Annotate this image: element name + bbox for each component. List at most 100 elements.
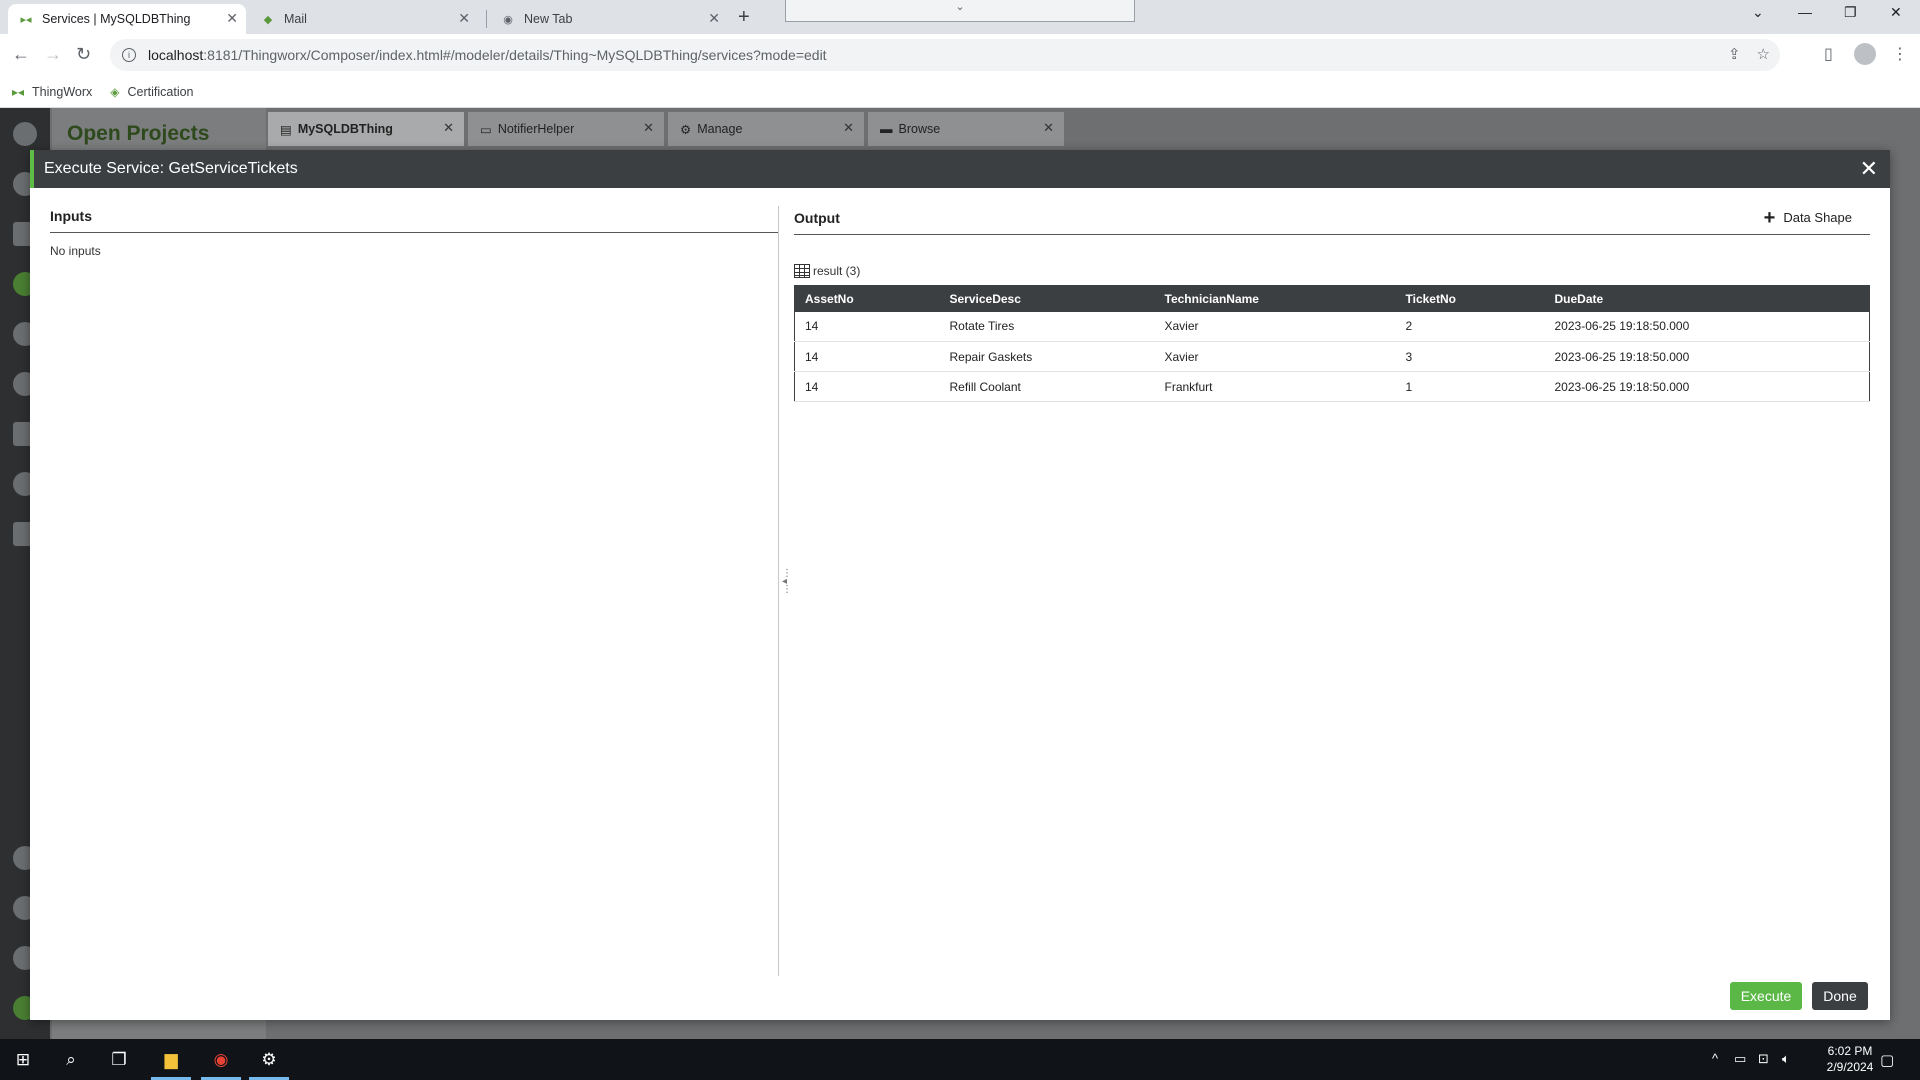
- notification-icon[interactable]: ▢: [1880, 1051, 1894, 1069]
- task-view-icon[interactable]: ❐: [106, 1047, 132, 1073]
- browser-tab-mail[interactable]: ◆ Mail ✕: [250, 4, 478, 34]
- clock-time: 6:02 PM: [1827, 1044, 1873, 1058]
- thing-icon: ▭: [480, 122, 492, 137]
- side-panel-icon[interactable]: ▯: [1824, 44, 1833, 64]
- file-explorer-icon[interactable]: ▆: [158, 1047, 184, 1073]
- result-count: result (3): [813, 264, 861, 278]
- network-icon[interactable]: ▭: [1734, 1051, 1746, 1067]
- column-header-assetno[interactable]: AssetNo: [794, 285, 940, 312]
- result-label: result (3): [794, 264, 860, 278]
- new-tab-button[interactable]: +: [738, 6, 750, 29]
- composer-tab-label: Browse: [898, 122, 941, 136]
- result-table: AssetNo ServiceDesc TechnicianName Ticke…: [794, 285, 1870, 402]
- close-tab-icon[interactable]: ✕: [708, 10, 720, 27]
- dialog-header: Execute Service: GetServiceTickets ✕: [30, 150, 1890, 188]
- close-tab-icon[interactable]: ✕: [226, 10, 238, 27]
- url-host: localhost: [148, 47, 204, 63]
- thingworx-logo-icon: ▸◂: [12, 84, 25, 99]
- pane-splitter[interactable]: [778, 206, 779, 976]
- folder-icon: ▬: [880, 122, 893, 136]
- plus-icon: +: [1763, 206, 1776, 229]
- add-data-shape-button[interactable]: + Data Shape: [1763, 206, 1852, 229]
- tab-search-dropdown[interactable]: ⌄: [785, 0, 1135, 22]
- cell-ticketno: 1: [1395, 371, 1545, 402]
- browser-tabstrip: ▸◂ Services | MySQLDBThing ✕ ◆ Mail ✕ ◉ …: [0, 0, 1920, 34]
- browser-tab-title: Mail: [284, 12, 307, 26]
- close-icon[interactable]: ✕: [1860, 156, 1878, 182]
- execute-button[interactable]: Execute: [1730, 982, 1802, 1010]
- output-divider: [794, 234, 1870, 235]
- table-row[interactable]: 14 Repair Gaskets Xavier 3 2023-06-25 19…: [794, 341, 1870, 372]
- browser-tab-title: New Tab: [524, 12, 573, 26]
- column-header-servicedesc[interactable]: ServiceDesc: [939, 285, 1155, 312]
- forward-arrow-icon[interactable]: →: [44, 44, 62, 65]
- cell-servicedesc: Repair Gaskets: [939, 341, 1155, 372]
- cell-technicianname: Frankfurt: [1154, 371, 1396, 402]
- chrome-icon[interactable]: ◉: [208, 1047, 234, 1073]
- column-header-technicianname[interactable]: TechnicianName: [1154, 285, 1396, 312]
- open-projects-title: Open Projects: [67, 122, 210, 145]
- profile-avatar[interactable]: [1854, 43, 1876, 70]
- minimize-icon[interactable]: —: [1798, 4, 1812, 20]
- reload-icon[interactable]: ↻: [76, 44, 91, 65]
- address-bar[interactable]: i localhost:8181/Thingworx/Composer/inde…: [110, 39, 1780, 71]
- table-row[interactable]: 14 Rotate Tires Xavier 2 2023-06-25 19:1…: [794, 311, 1870, 342]
- window-close-icon[interactable]: ✕: [1890, 4, 1902, 21]
- browser-tab-services[interactable]: ▸◂ Services | MySQLDBThing ✕: [8, 4, 246, 34]
- cell-duedate: 2023-06-25 19:18:50.000: [1544, 311, 1870, 342]
- inputs-divider: [50, 232, 778, 233]
- certification-icon: ◈: [110, 84, 120, 99]
- tab-list-chevron-icon[interactable]: ⌄: [1752, 4, 1764, 21]
- composer-tab-manage: ⚙ Manage ✕: [668, 112, 864, 146]
- cell-ticketno: 2: [1395, 311, 1545, 342]
- bookmark-certification[interactable]: ◈ Certification: [110, 85, 193, 99]
- settings-gear-icon[interactable]: ⚙: [256, 1047, 282, 1073]
- cell-technicianname: Xavier: [1154, 341, 1396, 372]
- close-icon: ✕: [1043, 120, 1054, 135]
- windows-start-icon[interactable]: ⊞: [10, 1047, 36, 1073]
- composer-tab-label: MySQLDBThing: [297, 122, 393, 136]
- cell-ticketno: 3: [1395, 341, 1545, 372]
- gear-icon: ⚙: [680, 122, 692, 137]
- splitter-handle-icon[interactable]: ⋮ ◂ ⋮: [782, 569, 792, 595]
- bookmark-thingworx[interactable]: ▸◂ ThingWorx: [12, 85, 92, 99]
- back-arrow-icon[interactable]: ←: [12, 44, 30, 65]
- database-icon: ▤: [280, 122, 292, 137]
- output-heading: Output: [794, 210, 840, 226]
- bookmark-star-icon[interactable]: ☆: [1757, 45, 1770, 63]
- composer-tabs: ▤ MySQLDBThing ✕ ▭ NotifierHelper ✕ ⚙ Ma…: [268, 112, 1064, 146]
- bookmarks-bar: ▸◂ ThingWorx ◈ Certification: [0, 76, 1920, 108]
- table-header-row: AssetNo ServiceDesc TechnicianName Ticke…: [794, 285, 1870, 312]
- security-icon[interactable]: ⊡: [1758, 1051, 1769, 1067]
- close-icon: ✕: [843, 120, 854, 135]
- browser-menu-icon[interactable]: ⋮: [1892, 44, 1908, 64]
- composer-tab-browse: ▬ Browse ✕: [868, 112, 1064, 146]
- output-pane: Output + Data Shape result (3) AssetNo S…: [794, 188, 1874, 958]
- clock-date: 2/9/2024: [1826, 1060, 1874, 1074]
- taskbar-clock[interactable]: 6:02 PM 2/9/2024: [1822, 1043, 1878, 1075]
- site-info-icon[interactable]: i: [122, 48, 136, 62]
- volume-icon[interactable]: 🔈︎: [1782, 1051, 1790, 1067]
- mail-icon: ◆: [263, 13, 273, 26]
- cell-duedate: 2023-06-25 19:18:50.000: [1544, 371, 1870, 402]
- composer-tab-label: NotifierHelper: [497, 122, 575, 136]
- browser-tab-newtab[interactable]: ◉ New Tab ✕: [490, 4, 728, 34]
- cell-servicedesc: Rotate Tires: [939, 311, 1155, 342]
- inputs-heading: Inputs: [50, 208, 92, 224]
- close-tab-icon[interactable]: ✕: [458, 10, 470, 27]
- restore-icon[interactable]: ❐: [1844, 4, 1857, 21]
- browser-toolbar: ← → ↻ i localhost:8181/Thingworx/Compose…: [0, 34, 1920, 76]
- execute-service-dialog: Execute Service: GetServiceTickets ✕ Inp…: [30, 150, 1890, 1020]
- composer-tab-mysqldbthing: ▤ MySQLDBThing ✕: [268, 112, 464, 146]
- table-row[interactable]: 14 Refill Coolant Frankfurt 1 2023-06-25…: [794, 371, 1870, 402]
- table-icon: [794, 264, 810, 278]
- share-icon[interactable]: ⇪: [1728, 45, 1741, 63]
- browser-tab-title: Services | MySQLDBThing: [42, 12, 191, 26]
- composer-tab-notifierhelper: ▭ NotifierHelper ✕: [468, 112, 664, 146]
- column-header-ticketno[interactable]: TicketNo: [1395, 285, 1545, 312]
- tray-chevron-icon[interactable]: ^: [1712, 1051, 1718, 1066]
- close-icon: ✕: [443, 120, 454, 135]
- search-icon[interactable]: ⌕: [58, 1047, 84, 1073]
- column-header-duedate[interactable]: DueDate: [1544, 285, 1870, 312]
- done-button[interactable]: Done: [1812, 982, 1868, 1010]
